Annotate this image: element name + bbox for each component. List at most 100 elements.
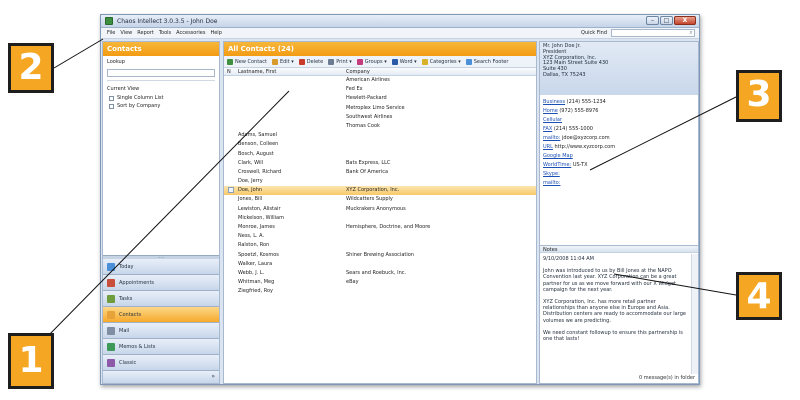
table-row[interactable]: Bosch, August: [224, 150, 536, 159]
table-row[interactable]: Jones, Bill Wildcatters Supply: [224, 195, 536, 204]
table-row[interactable]: Mickelson, William: [224, 214, 536, 223]
table-row[interactable]: Hewlett-Packard: [224, 94, 536, 103]
maximize-button[interactable]: □: [660, 16, 673, 25]
contact-fields: Business (214) 555-1234 Home (972) 555-89…: [540, 95, 698, 191]
nav-contacts[interactable]: Contacts: [103, 307, 219, 323]
column-company-header[interactable]: Company: [346, 69, 370, 75]
row-name: Monroe, James: [238, 224, 275, 230]
row-company: Bats Express, LLC: [346, 159, 391, 166]
menu-accessories[interactable]: Accessories: [176, 30, 205, 36]
print-icon: [328, 58, 335, 65]
word-button[interactable]: Word ▾: [391, 58, 417, 65]
menu-help[interactable]: Help: [210, 30, 221, 36]
nav-label: Classic: [119, 359, 137, 366]
search-footer-button[interactable]: Search Footer: [465, 58, 508, 65]
table-row[interactable]: Clark, Will Bats Express, LLC: [224, 159, 536, 168]
table-row[interactable]: Fed Ex: [224, 85, 536, 94]
menu-view[interactable]: View: [120, 30, 132, 36]
field-value: US-TX: [572, 162, 588, 168]
field-link[interactable]: Google Map: [543, 153, 573, 159]
table-row[interactable]: Webb, J. L. Sears and Roebuck, Inc.: [224, 269, 536, 278]
table-row[interactable]: Thomas Cook: [224, 122, 536, 131]
minimize-button[interactable]: –: [646, 16, 659, 25]
mail-icon: [107, 326, 115, 335]
field-link[interactable]: mailto:: [543, 180, 560, 186]
table-row[interactable]: Metroplex Limo Service: [224, 104, 536, 113]
row-name: Spoetzl, Kosmos: [238, 251, 279, 258]
table-row[interactable]: Ziegfried, Roy: [224, 287, 536, 296]
nav-tasks[interactable]: Tasks: [103, 291, 219, 307]
column-icon-header[interactable]: N: [227, 69, 231, 75]
window-controls: – □ X: [646, 16, 696, 25]
nav-classic[interactable]: Classic: [103, 355, 219, 371]
categories-button[interactable]: Categories ▾: [421, 58, 461, 65]
quick-find-input[interactable]: [611, 29, 695, 37]
nav-memos-lists[interactable]: Memos & Lists: [103, 339, 219, 355]
sidebar: Contacts Lookup Current View Single Colu…: [102, 41, 220, 384]
note-paragraph: John was introduced to us by Bill Jones …: [543, 268, 677, 293]
row-name: Ralston, Ron: [238, 242, 270, 249]
column-name-header[interactable]: Lastname, First: [238, 69, 276, 75]
table-row[interactable]: Spoetzl, Kosmos Shiner Brewing Associatio…: [224, 251, 536, 260]
table-row[interactable]: Lewiston, Alistair Muckrakers Anonymous: [224, 205, 536, 214]
row-name: Whitman, Meg: [238, 279, 275, 286]
field-link[interactable]: Skype:: [543, 171, 560, 177]
table-row[interactable]: Croswell, Richard Bank Of America: [224, 168, 536, 177]
table-row[interactable]: Whitman, Meg eBay: [224, 278, 536, 287]
table-row[interactable]: Benson, Colleen: [224, 140, 536, 149]
contact-field: Home (972) 555-8976: [543, 107, 695, 116]
field-value: (214) 555-1000: [553, 126, 593, 132]
table-row[interactable]: Ralston, Ron: [224, 241, 536, 250]
new-contact-button[interactable]: New Contact: [227, 58, 267, 65]
single-column-list-option[interactable]: Single Column List: [103, 94, 219, 102]
sort-by-company-option[interactable]: Sort by Company: [103, 102, 219, 110]
nav-today[interactable]: Today: [103, 259, 219, 275]
nav-mail[interactable]: Mail: [103, 323, 219, 339]
table-row[interactable]: Walker, Laura: [224, 260, 536, 269]
row-company: Metroplex Limo Service: [346, 104, 405, 111]
checkbox[interactable]: [109, 95, 114, 101]
nav-label: Contacts: [119, 311, 142, 318]
edit-button[interactable]: Edit ▾: [271, 58, 294, 65]
lookup-input[interactable]: [107, 69, 215, 77]
table-row[interactable]: Doe, Jerry: [224, 177, 536, 186]
contact-field: FAX (214) 555-1000: [543, 125, 695, 134]
field-link[interactable]: URL: [543, 144, 553, 150]
field-link[interactable]: Business: [543, 99, 565, 105]
table-row[interactable]: Southwest Airlines: [224, 113, 536, 122]
table-row[interactable]: Adams, Samuel: [224, 131, 536, 140]
close-button[interactable]: X: [674, 16, 696, 25]
notes-scrollbar[interactable]: [691, 254, 698, 374]
checkbox[interactable]: [109, 103, 114, 109]
table-row[interactable]: American Airlines: [224, 76, 536, 85]
memos-icon: [107, 342, 115, 351]
menu-file[interactable]: File: [107, 30, 115, 36]
field-link[interactable]: FAX: [543, 126, 552, 132]
nav-appointments[interactable]: Appointments: [103, 275, 219, 291]
field-link[interactable]: WorldTime:: [543, 162, 571, 168]
nav-label: Mail: [119, 327, 130, 334]
table-row[interactable]: Monroe, James Hemisphere, Doctrine, and M…: [224, 223, 536, 232]
toolbar-label: New Contact: [235, 58, 267, 65]
row-company: Shiner Brewing Association: [346, 251, 414, 258]
leader-line-2: [53, 38, 104, 69]
field-link[interactable]: Home: [543, 108, 558, 114]
column-headers: N Lastname, First Company: [224, 68, 536, 76]
search-icon[interactable]: ⌕: [687, 29, 695, 37]
contacts-list-panel: All Contacts (24) New Contact Edit ▾ Del…: [223, 41, 537, 384]
callout-4: 4: [736, 272, 782, 320]
field-link[interactable]: Cellular: [543, 117, 562, 123]
menu-report[interactable]: Report: [137, 30, 154, 36]
row-name: Benson, Colleen: [238, 141, 279, 148]
menu-tools[interactable]: Tools: [159, 30, 171, 36]
table-row[interactable]: Doe, John XYZ Corporation, Inc.: [224, 186, 536, 196]
delete-button[interactable]: Delete: [298, 58, 323, 65]
nav-label: Today: [119, 263, 134, 270]
print-button[interactable]: Print ▾: [328, 58, 352, 65]
notes-header: Notes: [540, 245, 698, 253]
notes-body[interactable]: 9/10/2008 11:04 AM John was introduced to…: [540, 254, 690, 374]
field-link[interactable]: mailto:: [543, 135, 560, 141]
table-row[interactable]: Ness, L. A.: [224, 232, 536, 241]
nav-options-button[interactable]: »: [103, 371, 219, 383]
groups-button[interactable]: Groups ▾: [356, 58, 387, 65]
